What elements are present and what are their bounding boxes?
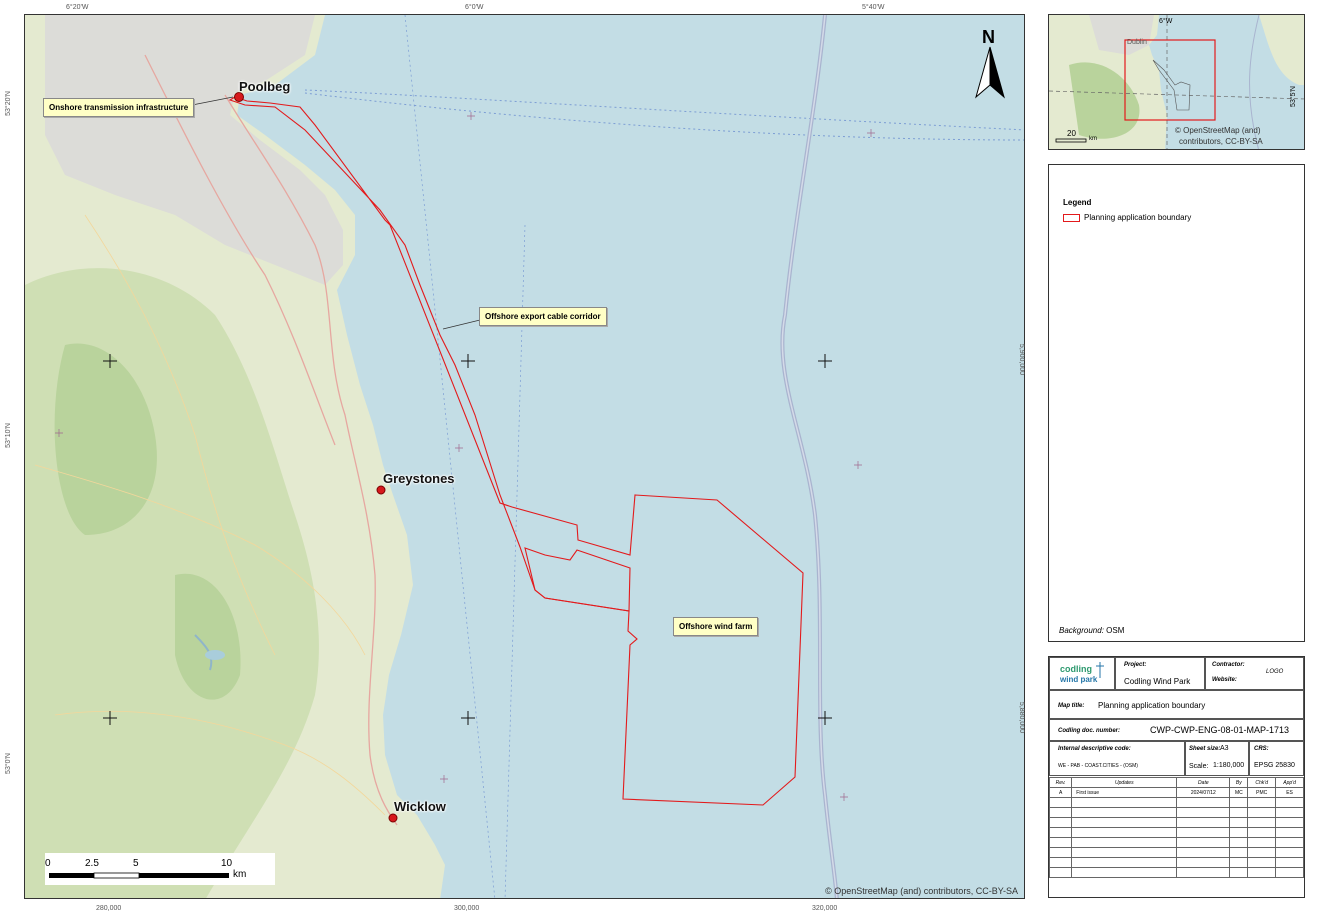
scale-label-10: 10 (221, 858, 233, 869)
doc-number-label: Codling doc. number: (1058, 728, 1120, 734)
scale-unit: km (233, 869, 247, 880)
top-tick-3: 5°40'W (862, 4, 885, 11)
date-header: Date (1176, 777, 1231, 788)
contractor-cell: Contractor: LOGO Website: (1205, 657, 1304, 690)
internal-code-value: WE - PAB - COAST.CITIES - (OSM) (1058, 763, 1138, 769)
rev-cell: A (1048, 787, 1073, 798)
wicklow-marker (388, 813, 398, 823)
top-tick-2: 6°0'W (465, 4, 484, 11)
codling-logo-icon: codling wind park (1059, 662, 1104, 684)
background-value: OSM (1106, 626, 1125, 635)
onshore-callout: Onshore transmission infrastructure (43, 98, 195, 117)
updates-cell: First issue (1071, 787, 1178, 798)
background-label: Background: (1059, 626, 1104, 635)
scale-label: Scale: (1189, 763, 1209, 770)
website-label: Website: (1212, 677, 1237, 683)
right-tick-1: 5,900,000 (1018, 343, 1026, 376)
inset-map[interactable]: Dublin 6°W 53°5'N 20 km © OpenStreetMap … (1048, 14, 1305, 150)
checked-cell: PMC (1247, 787, 1277, 798)
crs-cell: CRS: EPSG 25830 (1249, 741, 1304, 776)
legend-item: Planning application boundary (1063, 213, 1191, 222)
inset-city-label: Dublin (1127, 39, 1147, 46)
legend-title: Legend (1063, 198, 1092, 207)
map-title-label: Map title: (1058, 703, 1085, 709)
internal-code-cell: Internal descriptive code: WE - PAB - CO… (1049, 741, 1185, 776)
contractor-label: Contractor: (1212, 662, 1245, 668)
north-label: N (982, 27, 995, 47)
scale-value: 1:180,000 (1213, 762, 1245, 769)
table-row (1048, 857, 1304, 868)
right-tick-2: 5,880,000 (1018, 701, 1026, 734)
scale-label-2-5: 2.5 (85, 858, 99, 869)
sheet-size-value: A3 (1220, 745, 1229, 752)
map-title-cell: Map title: Planning application boundary (1049, 690, 1304, 719)
by-cell: MC (1229, 787, 1249, 798)
table-row (1048, 867, 1304, 878)
map-title-value: Planning application boundary (1098, 701, 1206, 710)
greystones-label: Greystones (383, 471, 455, 486)
scale-label-0: 0 (45, 858, 51, 869)
revision-header-row: Rev. Updates Date By Chk'd App'd (1048, 777, 1304, 788)
by-header: By (1229, 777, 1249, 788)
greystones-marker (376, 485, 386, 495)
top-tick-1: 6°20'W (66, 4, 89, 11)
bottom-tick-2: 300,000 (454, 905, 480, 912)
table-row (1048, 817, 1304, 828)
approved-cell: ES (1275, 787, 1304, 798)
revision-table: Rev. Updates Date By Chk'd App'd A First… (1048, 777, 1304, 878)
doc-number-cell: Codling doc. number: CWP-CWP-ENG-08-01-M… (1049, 719, 1304, 741)
scale-label-5: 5 (133, 858, 139, 869)
map-attribution: © OpenStreetMap (and) contributors, CC-B… (825, 886, 1018, 896)
updates-header: Updates (1071, 777, 1178, 788)
poolbeg-label: Poolbeg (239, 79, 291, 94)
inset-attribution-2: contributors, CC-BY-SA (1179, 137, 1263, 146)
approved-header: App'd (1275, 777, 1304, 788)
project-label: Project: (1124, 662, 1147, 668)
logo-cell: codling wind park (1049, 657, 1115, 690)
project-cell: Project: Codling Wind Park (1115, 657, 1205, 690)
left-tick-2: 53°10'N (4, 423, 12, 448)
background-note: Background: OSM (1059, 626, 1124, 635)
internal-code-label: Internal descriptive code: (1058, 746, 1131, 752)
table-row (1048, 797, 1304, 808)
legend-item-label: Planning application boundary (1084, 213, 1192, 222)
contractor-logo: LOGO (1266, 669, 1284, 675)
doc-number-value: CWP-CWP-ENG-08-01-MAP-1713 (1150, 725, 1290, 735)
inset-lat-label: 53°5'N (1289, 86, 1297, 107)
left-tick-1: 53°20'N (4, 91, 12, 116)
legend-panel: Legend Planning application boundary Bac… (1048, 164, 1305, 642)
north-arrow-icon (975, 46, 1005, 99)
project-value: Codling Wind Park (1124, 677, 1191, 686)
sheet-size-label: Sheet size: (1189, 746, 1221, 752)
boundary-swatch-icon (1063, 213, 1080, 222)
bottom-tick-3: 320,000 (812, 905, 838, 912)
sheet-cell: Sheet size: A3 Scale: 1:180,000 (1185, 741, 1249, 776)
table-row (1048, 847, 1304, 858)
inset-scale-unit: km (1089, 136, 1097, 142)
wind-farm-callout: Offshore wind farm (673, 617, 759, 636)
table-row (1048, 807, 1304, 818)
left-tick-3: 53°0'N (4, 753, 12, 774)
table-row (1048, 827, 1304, 838)
cable-corridor-callout: Offshore export cable corridor (479, 307, 607, 326)
checked-header: Chk'd (1247, 777, 1277, 788)
bottom-tick-1: 280,000 (96, 905, 122, 912)
inset-scale-value: 20 (1067, 129, 1076, 138)
logo-text-1: codling (1060, 664, 1092, 674)
inset-attribution-1: © OpenStreetMap (and) (1175, 126, 1261, 135)
map-canvas (25, 15, 1024, 898)
title-block: codling wind park Project: Codling Wind … (1048, 656, 1305, 898)
wicklow-label: Wicklow (394, 799, 446, 814)
date-cell: 2024/07/12 (1176, 787, 1231, 798)
crs-value: EPSG 25830 (1254, 762, 1295, 769)
logo-text-2: wind park (1059, 675, 1098, 684)
crs-label: CRS: (1254, 746, 1269, 752)
main-map[interactable]: Poolbeg Greystones Wicklow Onshore trans… (24, 14, 1025, 899)
inset-lon-label: 6°W (1159, 18, 1173, 25)
territorial-limit-line (780, 15, 839, 898)
rev-header: Rev. (1048, 777, 1073, 788)
table-row: A First issue 2024/07/12 MC PMC ES (1048, 787, 1304, 798)
table-row (1048, 837, 1304, 848)
